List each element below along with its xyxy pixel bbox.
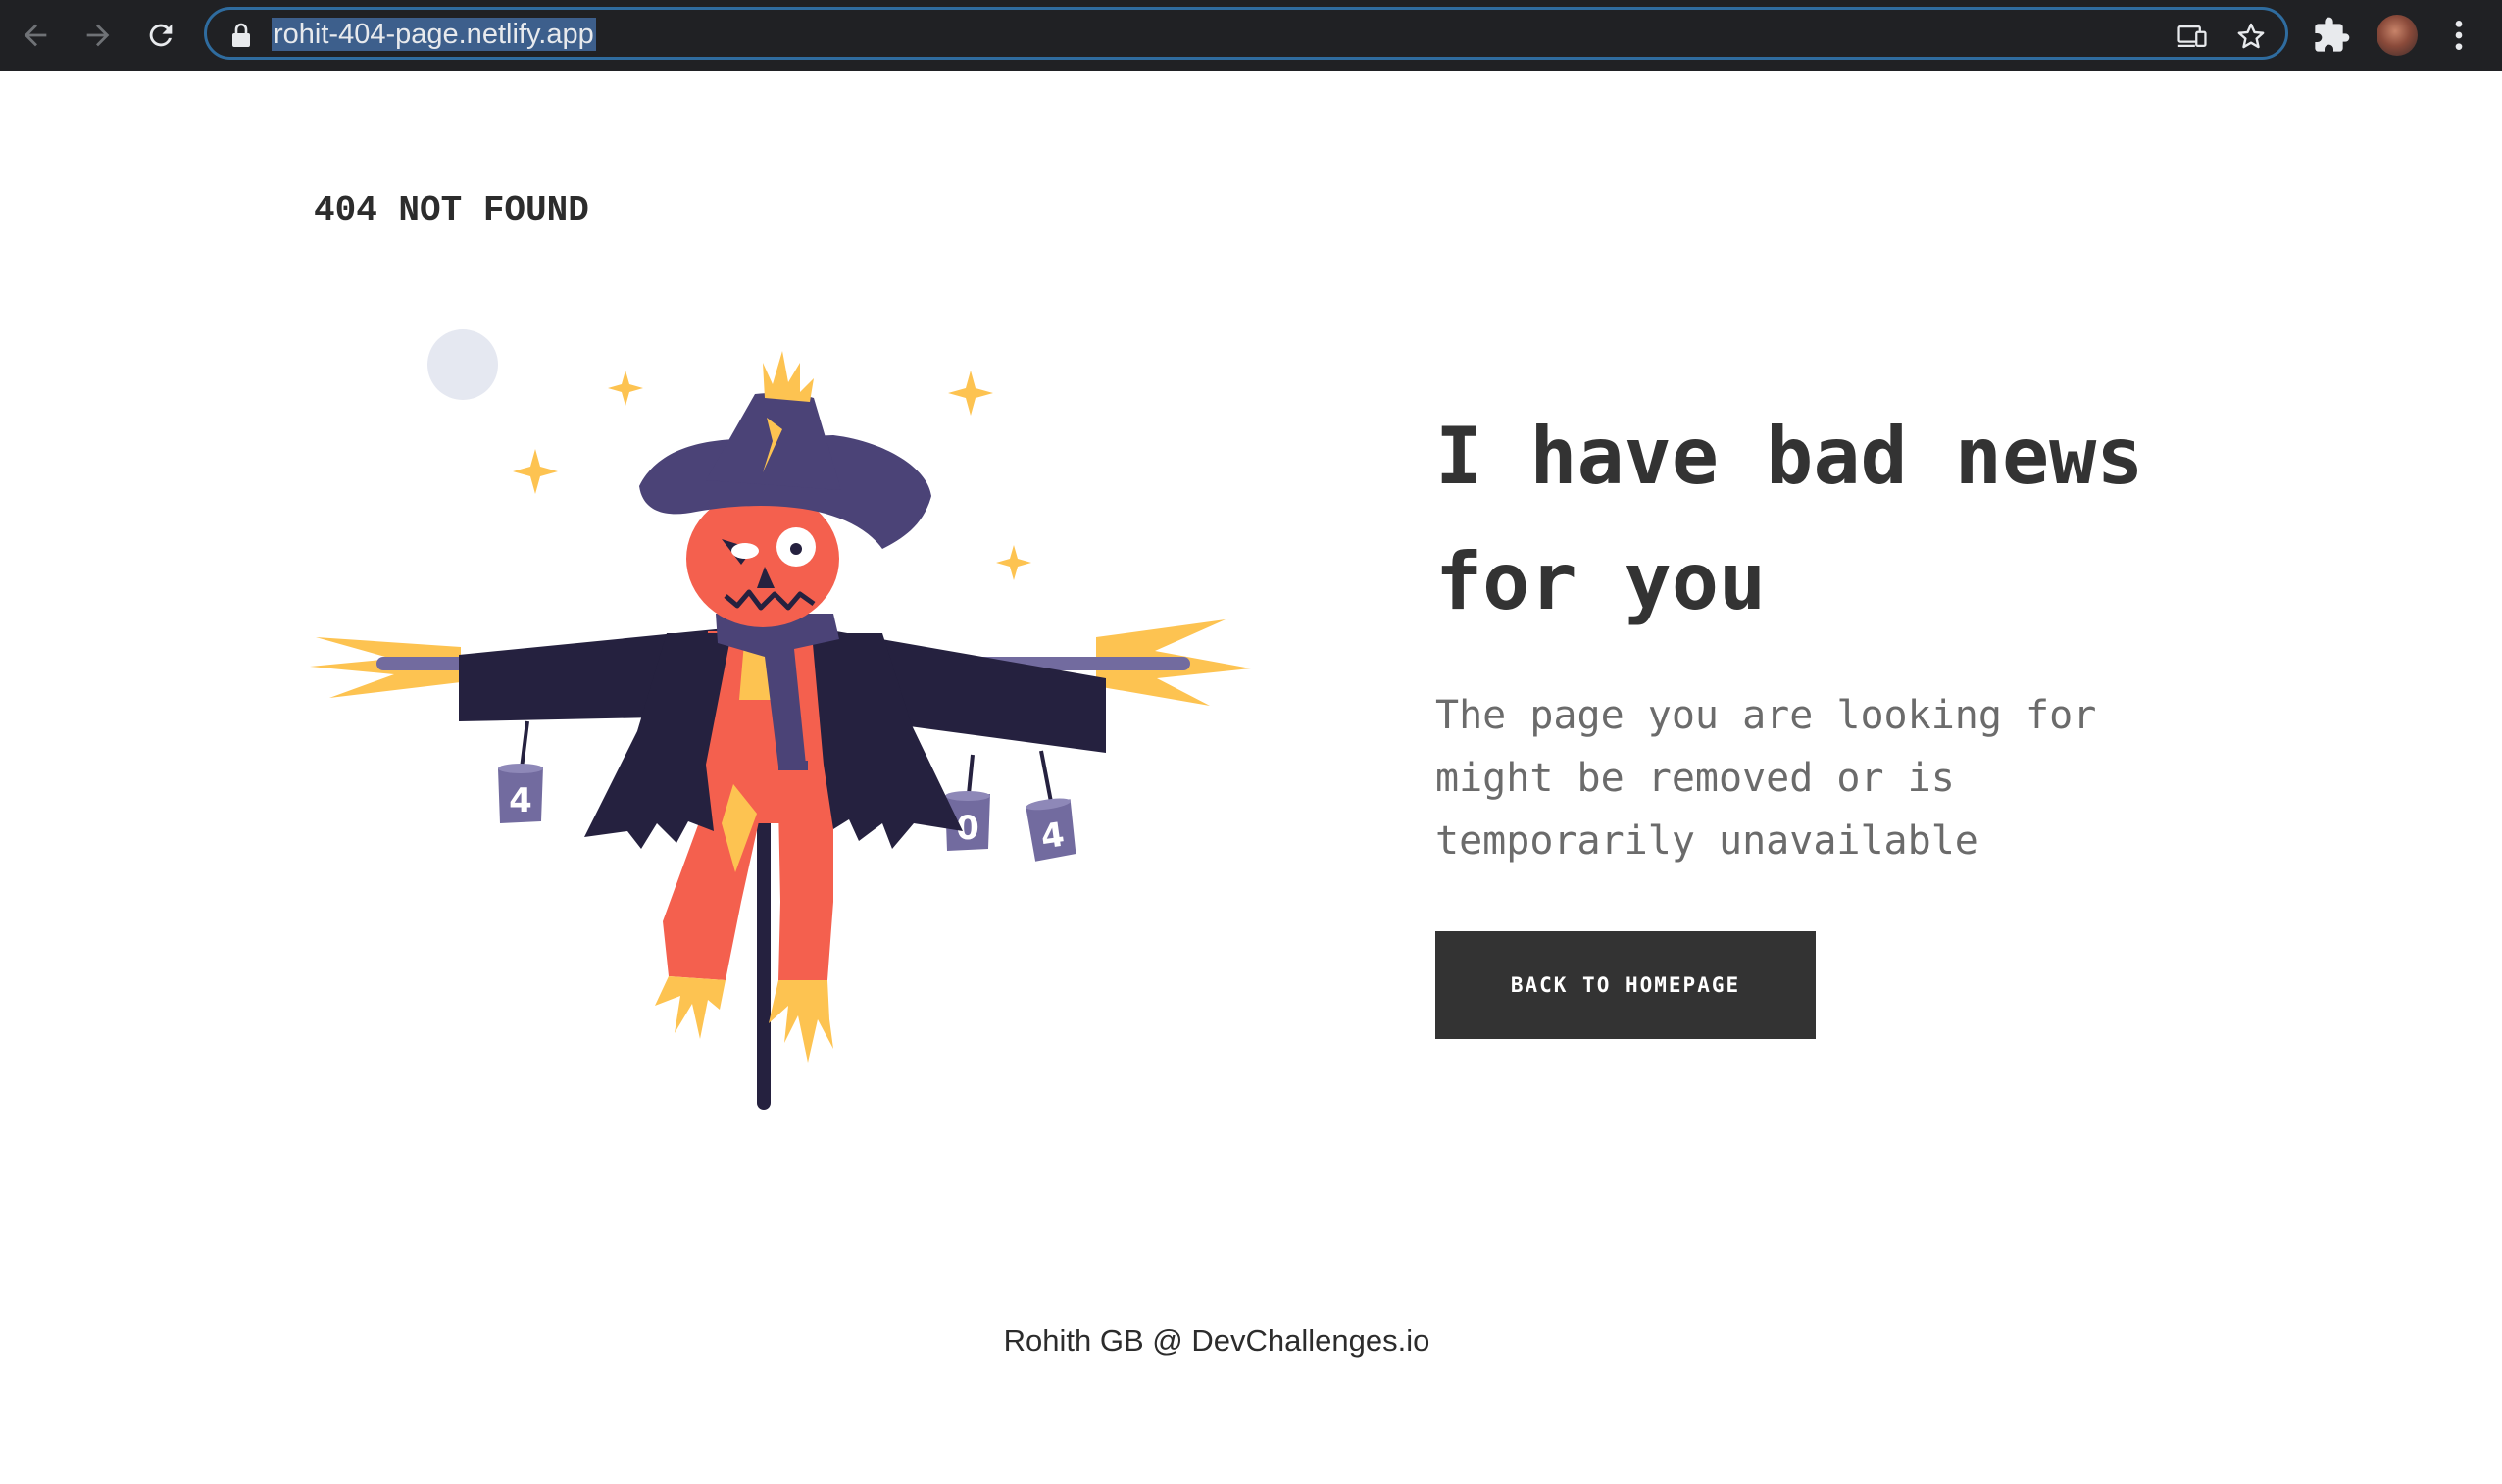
can-4-right: 4 <box>1026 798 1076 862</box>
lock-icon <box>232 23 250 47</box>
description-line-2: might be removed or is <box>1435 756 1955 801</box>
reload-icon[interactable] <box>139 14 182 57</box>
puzzle-piece-icon[interactable] <box>2312 16 2351 55</box>
avatar[interactable] <box>2377 15 2418 56</box>
description-line-3: temporarily unavailable <box>1435 818 1978 864</box>
headline-line-2: for you <box>1435 536 1767 627</box>
url-text[interactable]: rohit-404-page.netlify.app <box>272 18 596 51</box>
can-4-left: 4 <box>498 764 543 823</box>
address-bar[interactable]: rohit-404-page.netlify.app <box>204 7 2288 60</box>
page-content: 404 NOT FOUND 4 0 4 I have bad news for … <box>0 71 2502 1484</box>
bookmark-star-icon[interactable] <box>2234 20 2268 53</box>
page-headline: I have bad news for you <box>1435 394 2318 645</box>
browser-toolbar: rohit-404-page.netlify.app <box>0 0 2502 71</box>
cast-icon[interactable] <box>2176 20 2209 53</box>
back-to-homepage-button[interactable]: BACK TO HOMEPAGE <box>1435 931 1816 1039</box>
forward-arrow-icon[interactable] <box>76 14 120 57</box>
back-arrow-icon[interactable] <box>14 14 57 57</box>
kebab-menu-icon[interactable] <box>2439 16 2478 55</box>
page-description: The page you are looking for might be re… <box>1435 684 2180 872</box>
page-brand: 404 NOT FOUND <box>314 190 589 230</box>
headline-line-1: I have bad news <box>1435 411 2144 502</box>
description-line-1: The page you are looking for <box>1435 693 2097 738</box>
moon-icon <box>427 329 498 400</box>
scarecrow-illustration: 4 0 4 <box>310 329 1251 1110</box>
svg-text:4: 4 <box>509 781 532 820</box>
page-footer: Rohith GB @ DevChallenges.io <box>1003 1323 1430 1358</box>
